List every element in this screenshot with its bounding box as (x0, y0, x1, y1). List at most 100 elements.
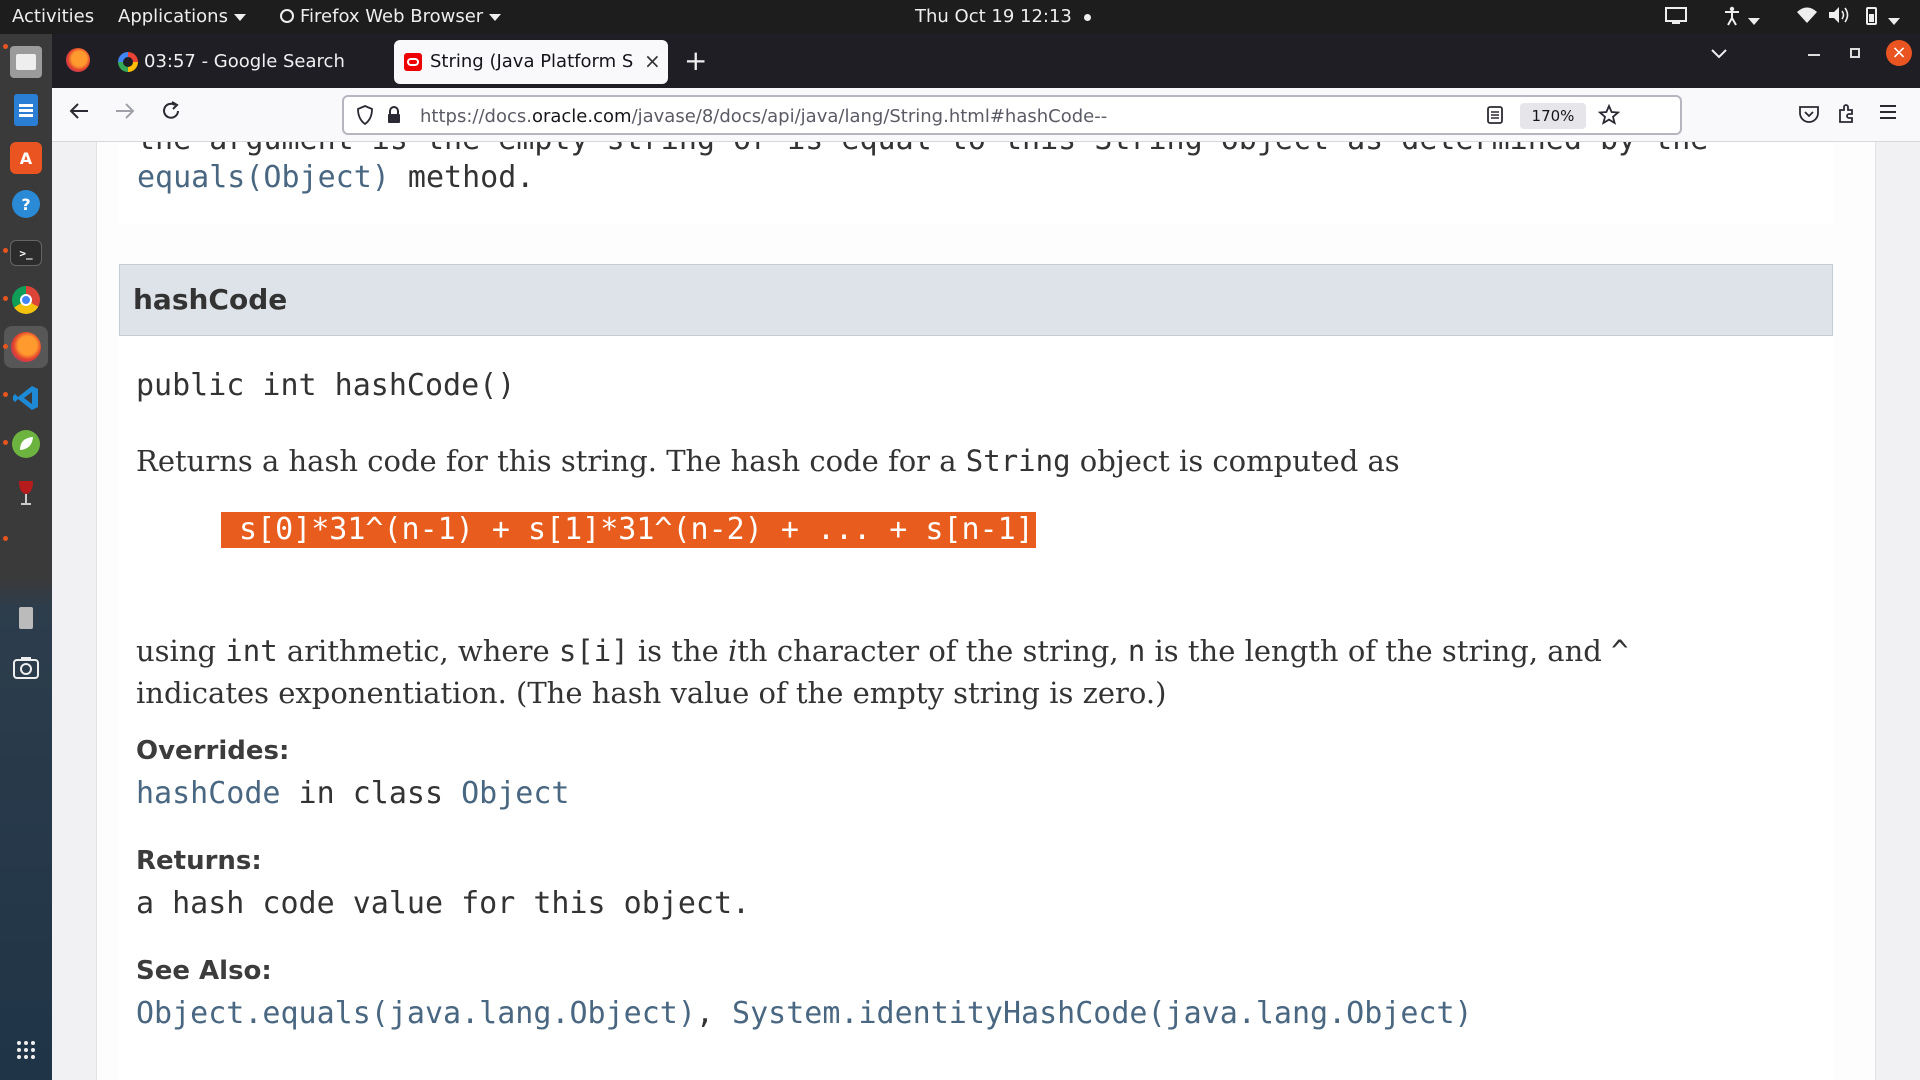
dock: A ? >_ (0, 34, 52, 1080)
battery-icon[interactable] (1860, 6, 1900, 31)
tab-title: String (Java Platform SE (430, 51, 634, 72)
url-domain: oracle.com (531, 106, 632, 127)
list-all-tabs-icon[interactable] (1710, 46, 1728, 65)
pocket-icon[interactable] (1798, 103, 1820, 129)
tab-string-java[interactable]: String (Java Platform SE × (394, 40, 668, 84)
reload-button[interactable] (160, 100, 182, 128)
notification-dot (1083, 13, 1091, 21)
help-icon[interactable]: ? (12, 190, 40, 218)
volume-icon[interactable] (1828, 6, 1850, 29)
applications-menu[interactable]: Applications (118, 6, 246, 27)
activities-button[interactable]: Activities (12, 6, 94, 27)
terminal-icon[interactable]: >_ (10, 240, 42, 266)
usb-icon[interactable] (10, 602, 42, 634)
files-icon[interactable] (10, 46, 42, 78)
accessibility-icon[interactable] (1722, 6, 1760, 31)
equals-link[interactable]: equals(Object) (137, 160, 390, 195)
overrides-label: Overrides: (136, 736, 290, 766)
power-icon (280, 9, 294, 23)
running-indicator (3, 536, 8, 541)
chevron-down-icon (1748, 17, 1760, 25)
code-s-i: s[i] (558, 634, 629, 668)
chevron-down-icon (1888, 17, 1900, 25)
hashcode-method-block: hashCode public int hashCode() Returns a… (119, 264, 1833, 1080)
reader-view-icon[interactable] (1486, 105, 1504, 129)
zoom-reset-button[interactable]: 170% (1520, 103, 1586, 129)
description-text: indicates exponentiation. (The hash valu… (136, 676, 1167, 710)
identity-hashcode-link[interactable]: System.identityHashCode(java.lang.Object… (732, 996, 1473, 1031)
oracle-favicon-icon (404, 53, 422, 71)
wifi-icon[interactable] (1796, 6, 1818, 29)
method-description-continued: using int arithmetic, where s[i] is the … (136, 630, 1836, 714)
app-menu[interactable]: Firefox Web Browser (280, 6, 502, 27)
running-indicator (3, 248, 8, 253)
bookmark-star-icon[interactable] (1597, 103, 1621, 130)
display-icon[interactable] (1665, 6, 1687, 31)
object-class-link[interactable]: Object (461, 776, 569, 811)
screenshot-icon[interactable] (10, 652, 42, 684)
method-header: hashCode (119, 264, 1833, 336)
forward-button[interactable] (114, 100, 136, 128)
tab-title: 03:57 - Google Search (144, 51, 345, 72)
description-text: th character of the string, (737, 634, 1128, 668)
firefox-view-icon[interactable] (66, 48, 90, 72)
returns-label: Returns: (136, 846, 262, 876)
previous-description-line: the argument is the empty string or is e… (137, 142, 1708, 157)
vscode-icon[interactable] (10, 382, 42, 414)
running-indicator (3, 392, 8, 397)
spring-icon[interactable] (12, 430, 40, 458)
navigation-bar: https://docs.oracle.com/javase/8/docs/ap… (52, 88, 1920, 142)
close-tab-icon[interactable]: × (644, 49, 661, 73)
extensions-icon[interactable] (1836, 102, 1858, 128)
google-favicon-icon (118, 52, 138, 72)
clock[interactable]: Thu Oct 19 12:13 (915, 6, 1091, 27)
doc-container: the argument is the empty string or is e… (96, 142, 1876, 1080)
clock-label: Thu Oct 19 12:13 (915, 6, 1072, 27)
description-text: is the (628, 634, 728, 668)
italic-i: i (728, 634, 738, 668)
method-title: hashCode (133, 283, 288, 316)
previous-method-block: the argument is the empty string or is e… (119, 142, 1833, 224)
page-viewport[interactable]: the argument is the empty string or is e… (52, 142, 1920, 1080)
chevron-down-icon (233, 13, 246, 21)
lock-icon[interactable] (386, 105, 402, 129)
method-text: method. (389, 160, 535, 195)
returns-value: a hash code value for this object. (136, 886, 751, 921)
url-text[interactable]: https://docs.oracle.com/javase/8/docs/ap… (420, 106, 1107, 127)
running-indicator (3, 44, 8, 49)
app-grid-icon[interactable] (10, 1034, 42, 1066)
running-indicator (3, 344, 8, 349)
tab-google-search[interactable]: 03:57 - Google Search × (108, 40, 432, 84)
method-signature: public int hashCode() (136, 368, 516, 403)
minimize-icon[interactable] (1808, 54, 1820, 56)
method-description: Returns a hash code for this string. The… (136, 444, 1400, 478)
overrides-text: in class (280, 776, 462, 811)
software-icon[interactable]: A (10, 142, 42, 174)
back-button[interactable] (68, 100, 90, 128)
writer-icon[interactable] (14, 94, 38, 126)
hamburger-menu-icon[interactable] (1878, 103, 1898, 125)
previous-description-line: equals(Object) method. (137, 160, 534, 195)
close-window-icon[interactable]: × (1886, 40, 1912, 66)
code-int: int (225, 634, 278, 668)
overrides-value: hashCode in class Object (136, 776, 570, 811)
hashcode-link[interactable]: hashCode (136, 776, 281, 811)
url-prefix: https://docs. (420, 106, 532, 127)
running-indicator (3, 440, 8, 445)
firefox-icon[interactable] (11, 332, 41, 362)
description-text: using (136, 634, 226, 668)
applications-label: Applications (118, 6, 228, 27)
shield-icon[interactable] (356, 105, 374, 129)
url-bar[interactable]: https://docs.oracle.com/javase/8/docs/ap… (342, 95, 1682, 135)
chrome-icon[interactable] (12, 286, 40, 314)
description-text: arithmetic, where (277, 634, 559, 668)
object-equals-link[interactable]: Object.equals(java.lang.Object) (136, 996, 696, 1031)
new-tab-button[interactable]: + (684, 44, 707, 77)
app-menu-label: Firefox Web Browser (300, 6, 484, 27)
wine-icon[interactable] (10, 478, 42, 510)
code-string: String (965, 444, 1071, 478)
description-text: is the length of the string, and (1145, 634, 1612, 668)
maximize-icon[interactable] (1850, 48, 1860, 58)
running-indicator (3, 296, 8, 301)
chevron-down-icon (489, 13, 502, 21)
